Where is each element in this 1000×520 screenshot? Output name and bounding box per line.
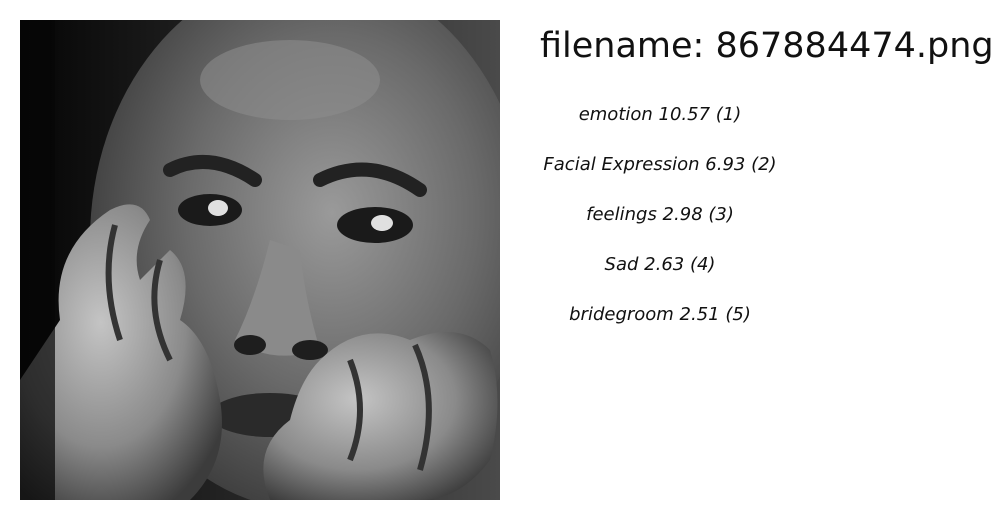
prediction-item: Facial Expression 6.93 (2) bbox=[543, 154, 777, 175]
face-photo-drawing bbox=[20, 20, 500, 500]
prediction-item: feelings 2.98 (3) bbox=[586, 204, 734, 225]
prediction-list: emotion 10.57 (1) Facial Expression 6.93… bbox=[540, 100, 780, 350]
prediction-item: bridegroom 2.51 (5) bbox=[569, 304, 751, 325]
face-photo bbox=[20, 20, 500, 500]
prediction-item: emotion 10.57 (1) bbox=[578, 104, 742, 125]
filename-label: filename: 867884474.png bbox=[540, 26, 994, 66]
prediction-item: Sad 2.63 (4) bbox=[604, 254, 716, 275]
